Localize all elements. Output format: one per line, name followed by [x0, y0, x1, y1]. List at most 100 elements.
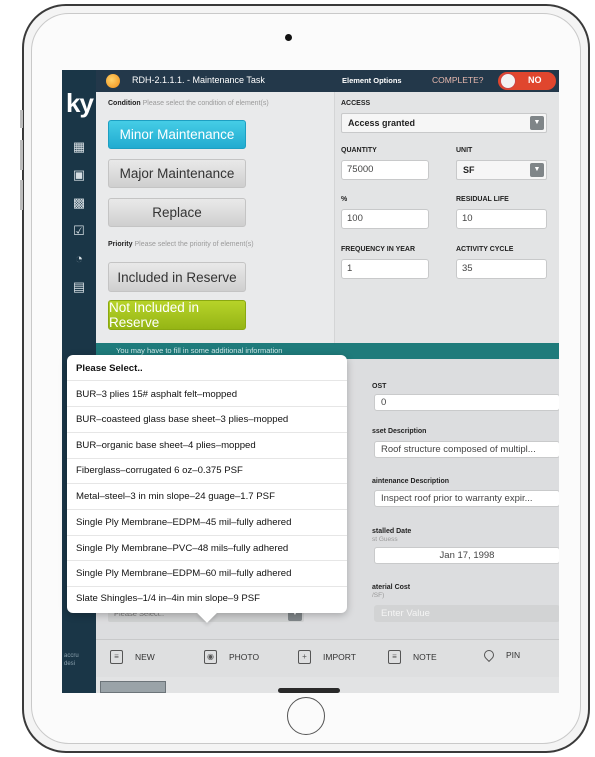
- import-label: IMPORT: [323, 652, 356, 662]
- dropdown-divider: [67, 458, 347, 459]
- material-cost-input[interactable]: Enter Value: [374, 605, 559, 622]
- dropdown-divider: [67, 509, 347, 510]
- rail-footer-line-2: desi: [64, 661, 76, 667]
- cost-input[interactable]: 0: [374, 394, 559, 411]
- camera-icon: ◉: [204, 650, 217, 664]
- dropdown-option[interactable]: Please Select..: [76, 363, 143, 374]
- maintenance-description-label: aintenance Description: [372, 478, 450, 485]
- dropdown-divider: [67, 432, 347, 433]
- bottom-toolbar: ≡ NEW ◉ PHOTO + IMPORT ≡ NOTE PIN: [96, 639, 559, 677]
- pie-chart-icon[interactable]: ◔: [70, 250, 88, 268]
- priority-label: Priority: [108, 241, 133, 248]
- replace-button[interactable]: Replace: [108, 198, 246, 227]
- condition-hint: Please select the condition of element(s…: [142, 100, 269, 107]
- dropdown-option[interactable]: Slate Shingles–1/4 in–4in min slope–9 PS…: [76, 593, 260, 604]
- app-logo: ky: [66, 88, 94, 118]
- activity-cycle-label: ACTIVITY CYCLE: [456, 246, 514, 253]
- complete-toggle[interactable]: NO: [498, 72, 556, 90]
- condition-label: Condition: [108, 100, 141, 107]
- quantity-label: QUANTITY: [341, 147, 377, 154]
- task-title: RDH-2.1.1.1. - Maintenance Task: [132, 75, 265, 85]
- note-icon: ≡: [388, 650, 401, 664]
- dropdown-option[interactable]: Single Ply Membrane–EDPM–60 mil–fully ad…: [76, 568, 291, 579]
- dropdown-divider: [67, 406, 347, 407]
- unit-value: SF: [463, 165, 475, 175]
- included-in-reserve-button[interactable]: Included in Reserve: [108, 262, 246, 292]
- percent-input[interactable]: 100: [341, 209, 429, 229]
- checklist-icon[interactable]: ☑: [70, 222, 88, 240]
- briefcase-icon[interactable]: ▣: [70, 166, 88, 184]
- import-icon: +: [298, 650, 311, 664]
- residual-life-input[interactable]: 10: [456, 209, 547, 229]
- access-select[interactable]: Access granted ▼: [341, 113, 547, 133]
- maintenance-description-input[interactable]: Inspect roof prior to warranty expir...: [374, 490, 559, 507]
- not-included-in-reserve-button[interactable]: Not Included in Reserve: [108, 300, 246, 330]
- pin-button[interactable]: PIN: [481, 647, 521, 663]
- building-icon[interactable]: ▩: [70, 194, 88, 212]
- top-bar: RDH-2.1.1.1. - Maintenance Task Element …: [96, 70, 559, 92]
- pin-label: PIN: [506, 650, 521, 660]
- import-button[interactable]: + IMPORT: [298, 650, 356, 664]
- dropdown-divider: [67, 380, 347, 381]
- element-options-button[interactable]: Element Options: [338, 74, 406, 87]
- quantity-input[interactable]: 75000: [341, 160, 429, 180]
- toggle-value: NO: [528, 75, 542, 85]
- photo-button[interactable]: ◉ PHOTO: [204, 650, 259, 664]
- major-maintenance-button[interactable]: Major Maintenance: [108, 159, 246, 188]
- dropdown-option[interactable]: Metal–steel–3 in min slope–24 guage–1.7 …: [76, 491, 275, 502]
- activity-cycle-input[interactable]: 35: [456, 259, 547, 279]
- new-label: NEW: [135, 652, 155, 662]
- material-dropdown: Please Select.. BUR–3 plies 15# asphalt …: [67, 355, 347, 623]
- condition-heading: Condition Please select the condition of…: [108, 100, 269, 107]
- priority-hint: Please select the priority of element(s): [134, 241, 254, 248]
- chevron-down-icon: ▼: [530, 163, 544, 177]
- rail-footer-text: accru desi: [64, 652, 79, 668]
- note-label: NOTE: [413, 652, 437, 662]
- dropdown-option[interactable]: BUR–organic base sheet–4 plies–mopped: [76, 440, 256, 451]
- dropdown-option[interactable]: Single Ply Membrane–PVC–48 mils–fully ad…: [76, 543, 288, 554]
- info-banner-text: You may have to fill in some additional …: [116, 346, 283, 355]
- note-button[interactable]: ≡ NOTE: [388, 650, 437, 664]
- priority-heading: Priority Please select the priority of e…: [108, 241, 254, 248]
- material-cost-sub: /SF): [372, 592, 385, 599]
- new-button[interactable]: ≡ NEW: [110, 650, 155, 664]
- volume-down-button: [20, 180, 23, 210]
- dropdown-divider: [67, 483, 347, 484]
- dropdown-divider: [67, 586, 347, 587]
- asset-description-input[interactable]: Roof structure composed of multipl...: [374, 441, 559, 458]
- photo-thumbnail[interactable]: [100, 681, 166, 693]
- home-button[interactable]: [287, 697, 325, 735]
- chevron-down-icon: ▼: [530, 116, 544, 130]
- material-cost-label: aterial Cost: [372, 584, 411, 591]
- dropdown-option[interactable]: BUR–coasteed glass base sheet–3 plies–mo…: [76, 414, 288, 425]
- installed-date-input[interactable]: Jan 17, 1998: [374, 547, 559, 564]
- installed-date-sub: st Guess: [372, 536, 398, 543]
- volume-up-button: [20, 140, 23, 170]
- front-camera: [285, 34, 292, 41]
- frequency-input[interactable]: 1: [341, 259, 429, 279]
- complete-label: COMPLETE?: [432, 75, 484, 85]
- unit-select[interactable]: SF ▼: [456, 160, 547, 180]
- dropdown-option[interactable]: Fiberglass–corrugated 6 oz–0.375 PSF: [76, 465, 243, 476]
- dropdown-option[interactable]: BUR–3 plies 15# asphalt felt–mopped: [76, 389, 237, 400]
- residual-life-label: RESIDUAL LIFE: [456, 196, 509, 203]
- condition-priority-panel: Condition Please select the condition of…: [96, 92, 334, 343]
- unit-label: UNIT: [456, 147, 473, 154]
- asset-description-label: sset Description: [372, 428, 427, 435]
- map-icon[interactable]: ▦: [70, 138, 88, 156]
- task-details-panel: ACCESS Access granted ▼ QUANTITY 75000 U…: [334, 92, 559, 343]
- document-icon[interactable]: ▤: [70, 278, 88, 296]
- installed-date-label: stalled Date: [372, 528, 412, 535]
- mute-switch: [20, 110, 23, 128]
- sun-icon: [106, 74, 120, 88]
- pin-icon: [481, 647, 497, 663]
- access-label: ACCESS: [341, 100, 371, 107]
- cost-label: OST: [372, 383, 387, 390]
- percent-label: %: [341, 196, 348, 203]
- dropdown-divider: [67, 560, 347, 561]
- toggle-knob: [500, 73, 516, 89]
- photo-label: PHOTO: [229, 652, 260, 662]
- dropdown-option[interactable]: Single Ply Membrane–EDPM–45 mil–fully ad…: [76, 517, 291, 528]
- minor-maintenance-button[interactable]: Minor Maintenance: [108, 120, 246, 149]
- dropdown-divider: [67, 535, 347, 536]
